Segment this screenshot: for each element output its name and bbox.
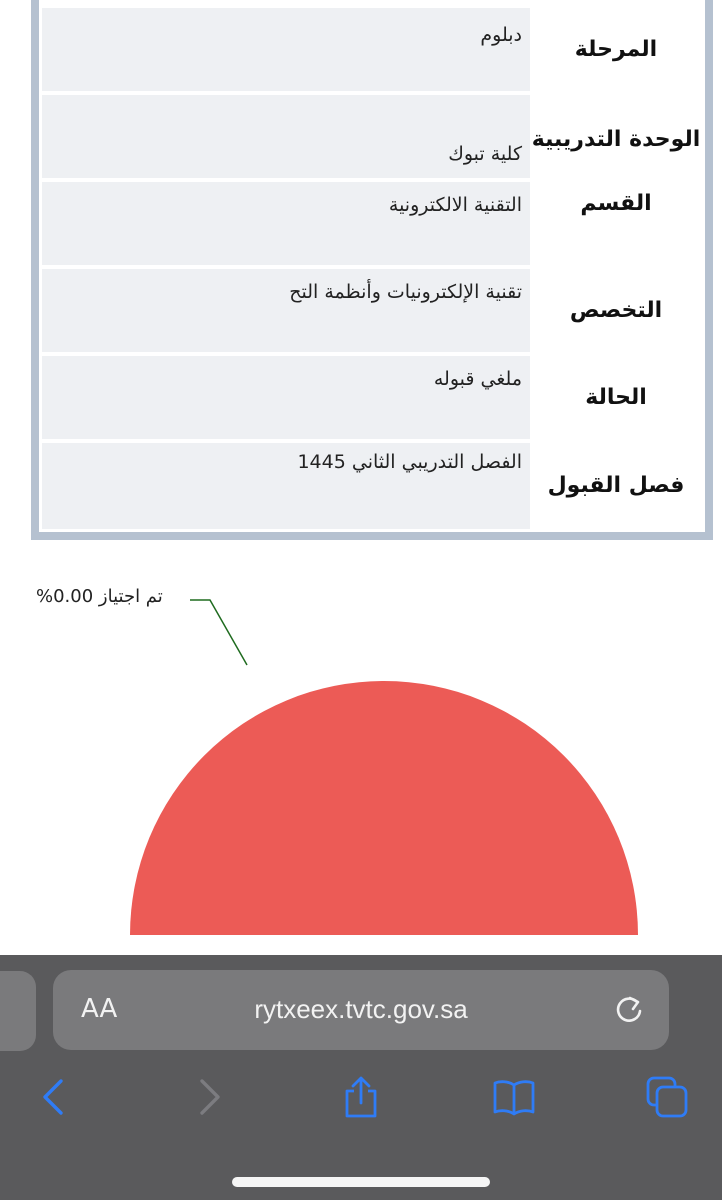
forward-icon[interactable] — [188, 1075, 232, 1119]
bookmarks-icon[interactable] — [492, 1075, 536, 1119]
row-value: دبلوم — [42, 8, 530, 91]
row-label: القسم — [530, 182, 702, 265]
url-text[interactable]: rytxeex.tvtc.gov.sa — [53, 994, 669, 1025]
row-value: كلية تبوك — [42, 95, 530, 178]
pie-slice-failed[interactable] — [130, 681, 638, 935]
row-label: فصل القبول — [530, 443, 702, 529]
row-status: الحالة ملغي قبوله — [42, 356, 702, 439]
info-card: المرحلة دبلوم الوحدة التدريبية كلية تبوك… — [31, 0, 713, 540]
row-value: التقنية الالكترونية — [42, 182, 530, 265]
previous-tab-peek[interactable] — [0, 971, 36, 1051]
row-label: المرحلة — [530, 8, 702, 91]
row-stage: المرحلة دبلوم — [42, 8, 702, 91]
share-icon[interactable] — [339, 1075, 383, 1119]
home-indicator — [232, 1177, 490, 1187]
pie-chart — [130, 599, 638, 935]
row-department: القسم التقنية الالكترونية — [42, 182, 702, 265]
browser-toolbar: AA rytxeex.tvtc.gov.sa — [0, 955, 722, 1200]
pie-slice-label: %تم اجتياز 0.00 — [36, 586, 163, 607]
row-label: الوحدة التدريبية — [530, 95, 702, 178]
row-value: ملغي قبوله — [42, 356, 530, 439]
tabs-icon[interactable] — [645, 1075, 689, 1119]
row-label: التخصص — [530, 269, 702, 352]
callout-line — [190, 599, 248, 666]
row-specialization: التخصص تقنية الإلكترونيات وأنظمة التح — [42, 269, 702, 352]
reload-icon[interactable] — [611, 992, 647, 1028]
row-training-unit: الوحدة التدريبية كلية تبوك — [42, 95, 702, 178]
row-value: تقنية الإلكترونيات وأنظمة التح — [42, 269, 530, 352]
address-bar[interactable]: AA rytxeex.tvtc.gov.sa — [53, 970, 669, 1050]
row-admission-term: فصل القبول الفصل التدريبي الثاني 1445 — [42, 443, 702, 529]
row-label: الحالة — [530, 356, 702, 439]
row-value: الفصل التدريبي الثاني 1445 — [42, 443, 530, 529]
back-icon[interactable] — [31, 1075, 75, 1119]
